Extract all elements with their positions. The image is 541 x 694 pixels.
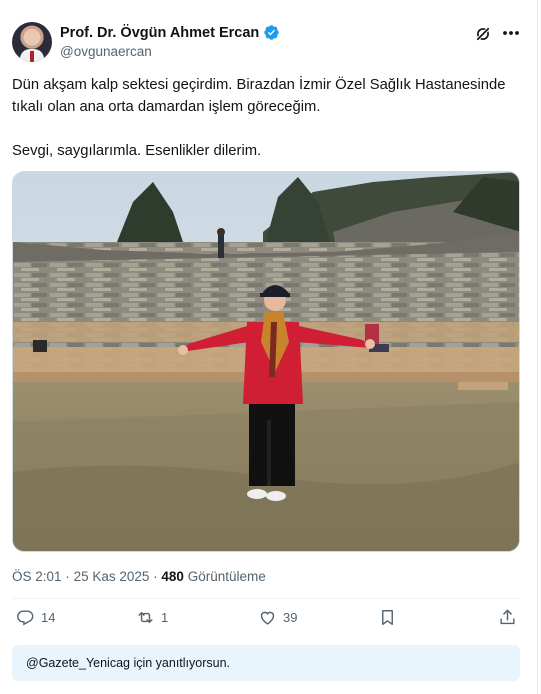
views-label: Görüntüleme <box>187 569 266 584</box>
replying-to-bar[interactable]: @Gazete_Yenicag için yanıtlıyorsun. <box>12 645 520 681</box>
repost-icon <box>138 612 153 623</box>
ancient-theater-photo-icon <box>13 172 519 551</box>
author-name-row: Prof. Dr. Övgün Ahmet Ercan <box>60 24 280 41</box>
author-avatar[interactable] <box>12 22 52 62</box>
reply-count: 14 <box>41 610 56 625</box>
divider <box>12 598 520 599</box>
author-name[interactable]: Prof. Dr. Övgün Ahmet Ercan <box>60 25 259 41</box>
tweet-time[interactable]: ÖS 2:01 <box>12 569 62 584</box>
tweet-meta: ÖS 2:01 · 25 Kas 2025 · 480 Görüntüleme <box>12 569 266 584</box>
like-button[interactable]: 39 <box>258 608 297 627</box>
reply-button[interactable]: 14 <box>16 608 55 627</box>
tweet-photo[interactable] <box>12 171 520 552</box>
repost-button[interactable]: 1 <box>136 608 168 627</box>
bookmark-button[interactable] <box>378 608 397 627</box>
meta-separator: · <box>65 569 70 584</box>
repost-count: 1 <box>161 610 169 625</box>
tweet-paragraph: Sevgi, saygılarımla. Esenlikler dilerim. <box>12 143 262 159</box>
meta-separator: · <box>153 569 158 584</box>
replying-to-text: @Gazete_Yenicag için yanıtlıyorsun. <box>26 656 231 670</box>
views-count: 480 <box>161 569 184 584</box>
share-button[interactable] <box>498 608 517 627</box>
avatar-tie <box>30 51 34 62</box>
verified-badge-icon <box>264 25 280 40</box>
like-count: 39 <box>283 610 298 625</box>
author-handle[interactable]: @ovgunaercan <box>60 44 152 59</box>
action-bar: 14 1 39 <box>12 608 520 636</box>
share-icon <box>500 609 515 625</box>
bookmark-icon <box>382 610 393 625</box>
heart-icon <box>260 611 275 625</box>
tweet-header: Prof. Dr. Övgün Ahmet Ercan @ovgunaercan <box>12 20 524 64</box>
more-options-icon[interactable] <box>502 24 520 42</box>
grok-icon[interactable] <box>474 25 492 43</box>
reply-icon <box>17 610 34 626</box>
tweet-container: Prof. Dr. Övgün Ahmet Ercan @ovgunaercan… <box>0 0 538 694</box>
tweet-text: Dün akşam kalp sektesi geçirdim. Birazda… <box>12 74 512 184</box>
tweet-paragraph: Dün akşam kalp sektesi geçirdim. Birazda… <box>12 77 506 115</box>
tweet-date[interactable]: 25 Kas 2025 <box>74 569 150 584</box>
